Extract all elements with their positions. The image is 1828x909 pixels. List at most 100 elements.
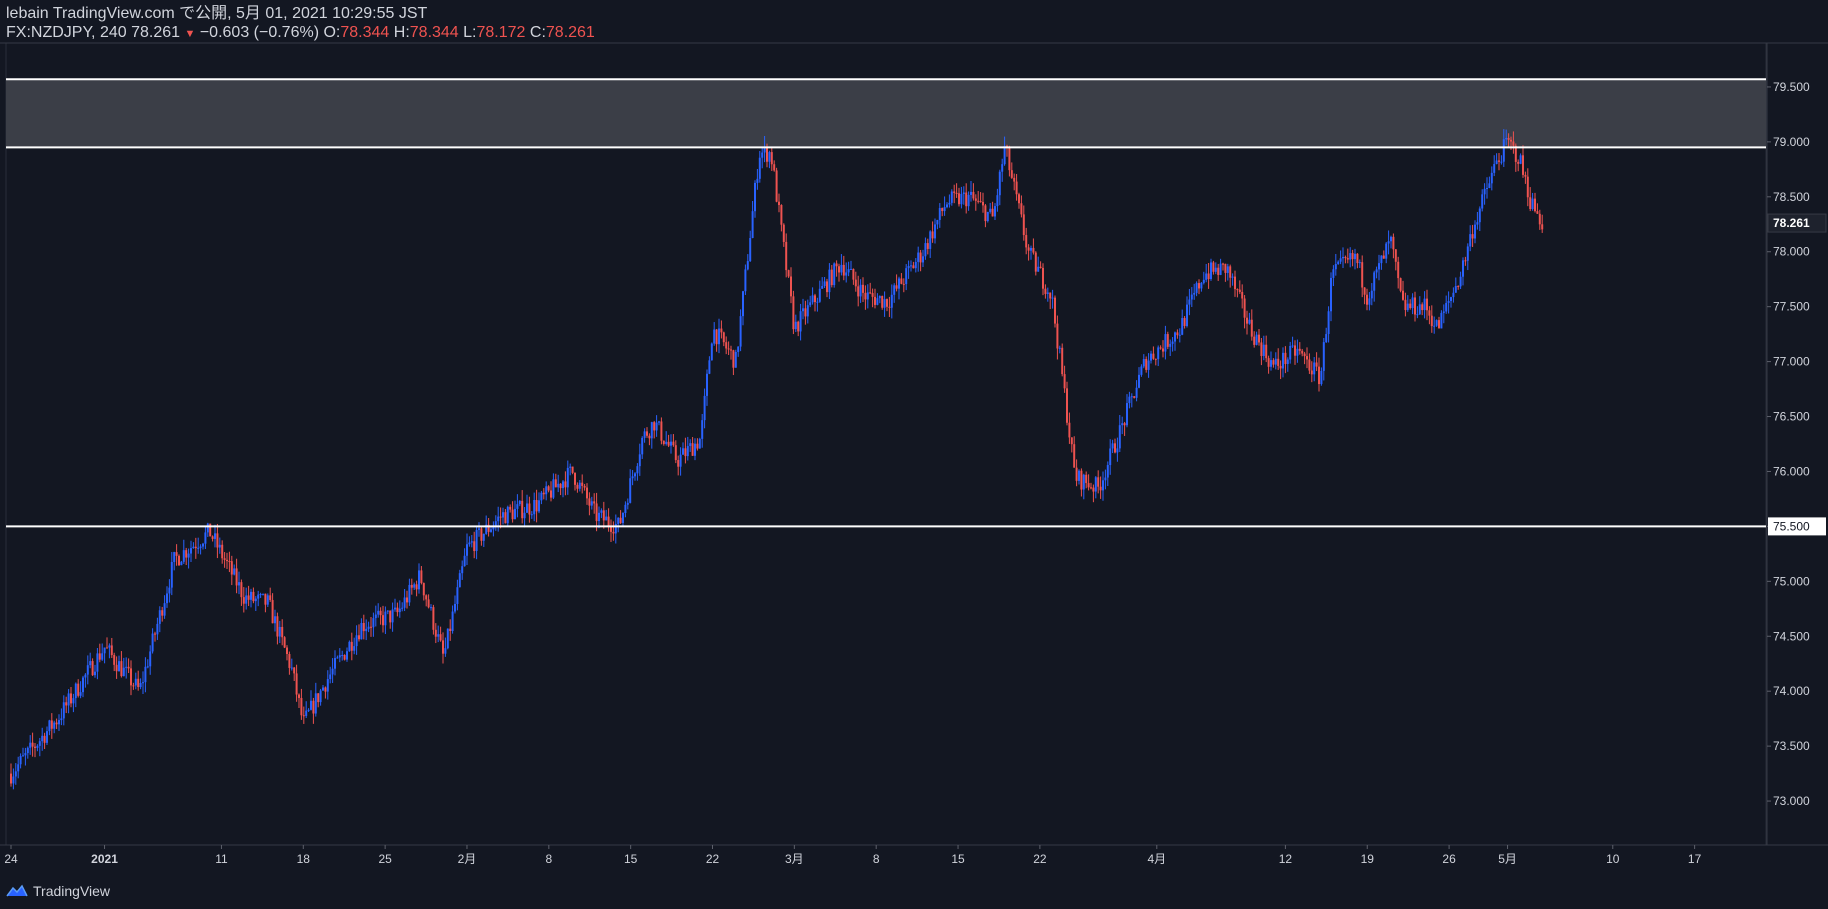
candle-body	[1476, 222, 1479, 225]
candle-body	[989, 208, 992, 212]
candle-body	[257, 594, 260, 599]
candle-body	[679, 454, 682, 467]
candle-body	[720, 328, 723, 333]
candle-body	[578, 482, 581, 489]
candle-body	[1438, 320, 1440, 329]
candle-body	[139, 683, 142, 688]
candle-body	[1246, 317, 1248, 324]
candle-body	[283, 637, 286, 648]
candle-body	[775, 170, 778, 202]
candle-body	[1135, 387, 1138, 398]
time-tick-label: 11	[215, 852, 228, 866]
candle-body	[422, 583, 425, 596]
candle-body	[199, 546, 202, 548]
candle-body	[806, 305, 809, 317]
candle-body	[994, 206, 996, 217]
candle-body	[70, 693, 72, 704]
candle-body	[835, 263, 838, 267]
candle-body	[1190, 294, 1193, 300]
candle-body	[360, 623, 363, 640]
candle-body	[811, 295, 814, 303]
candle-body	[979, 201, 982, 203]
candle-body	[629, 478, 632, 503]
candle-body	[1025, 235, 1028, 248]
candle-body	[1102, 480, 1104, 491]
price-tick-label: 75.000	[1773, 574, 1810, 588]
candle-body	[334, 658, 336, 669]
candle-body	[859, 284, 862, 297]
candle-body	[398, 608, 401, 613]
candle-body	[607, 516, 610, 526]
candle-body	[142, 682, 144, 684]
candle-body	[1114, 443, 1116, 453]
candle-body	[12, 776, 15, 784]
candle-body	[60, 718, 63, 721]
candle-body	[482, 533, 485, 541]
candle-body	[1063, 374, 1066, 389]
candle-body	[845, 272, 848, 276]
candle-body	[588, 498, 591, 506]
candle-body	[274, 616, 276, 624]
candle-body	[1378, 263, 1380, 270]
candle-body	[65, 702, 68, 706]
candle-body	[461, 566, 464, 574]
candle-body	[182, 550, 185, 562]
candle-body	[245, 595, 248, 604]
time-tick-label: 24	[4, 852, 18, 866]
candle-body	[955, 192, 958, 194]
candle-body	[732, 350, 735, 368]
candle-body	[689, 443, 692, 447]
candle-body	[1241, 291, 1244, 299]
candle-body	[1385, 243, 1388, 259]
candle-body	[658, 421, 660, 423]
candle-body	[653, 422, 656, 431]
candle-body	[516, 504, 519, 509]
candle-body	[58, 720, 60, 725]
candle-body	[960, 193, 963, 205]
candle-body	[74, 683, 77, 699]
candle-body	[1272, 360, 1275, 365]
candle-body	[1322, 342, 1325, 371]
footer-brand[interactable]: TradingView	[6, 880, 110, 902]
candle-body	[432, 607, 435, 630]
candle-body	[1042, 267, 1044, 289]
candle-body	[1073, 444, 1076, 468]
candle-body	[149, 651, 152, 667]
candle-body	[122, 667, 125, 677]
candle-body	[497, 516, 500, 522]
candle-body	[1392, 236, 1395, 250]
candle-body	[1524, 174, 1527, 177]
candle-body	[221, 544, 224, 559]
time-tick-label: 18	[297, 852, 311, 866]
candle-body	[1330, 277, 1332, 312]
candle-body	[240, 582, 243, 598]
candle-body	[466, 544, 468, 556]
candle-body	[444, 648, 447, 654]
candle-body	[1260, 342, 1263, 356]
candle-body	[691, 443, 694, 456]
candle-body	[358, 635, 360, 640]
candle-body	[1457, 286, 1460, 288]
candle-body	[674, 445, 677, 461]
candle-body	[1423, 298, 1426, 311]
candle-body	[1486, 188, 1488, 190]
candle-body	[514, 508, 516, 520]
candle-body	[1210, 262, 1212, 280]
candle-body	[547, 486, 550, 491]
candle-body	[14, 771, 17, 777]
candle-body	[1342, 256, 1344, 259]
candle-body	[866, 292, 869, 300]
candle-body	[307, 709, 310, 711]
candle-body	[89, 661, 92, 666]
candle-body	[1188, 299, 1191, 305]
candle-body	[540, 492, 543, 501]
candle-body	[1402, 290, 1404, 300]
candle-body	[1435, 320, 1438, 326]
price-chart[interactable]: 73.000 73.500 74.000 74.500 75.000 75.500 76.0…	[0, 0, 1828, 909]
candle-body	[530, 514, 533, 516]
candle-body	[1315, 362, 1318, 367]
candle-body	[1279, 365, 1282, 369]
candle-body	[300, 697, 303, 716]
candle-body	[590, 501, 593, 506]
candle-body	[521, 500, 524, 519]
